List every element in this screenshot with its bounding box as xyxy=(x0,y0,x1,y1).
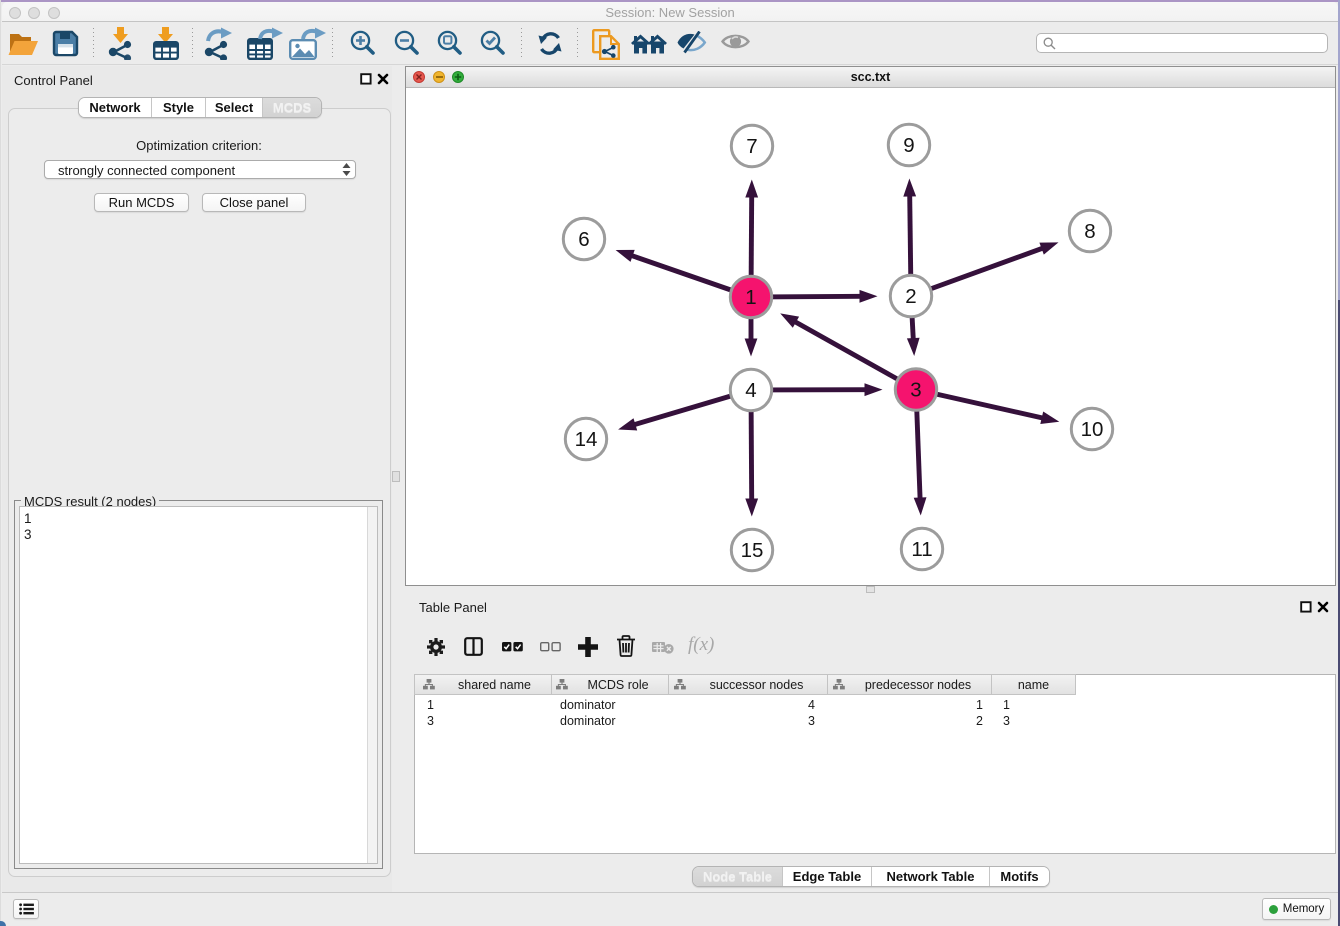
svg-text:15: 15 xyxy=(741,539,764,562)
svg-text:11: 11 xyxy=(911,538,932,561)
svg-text:6: 6 xyxy=(578,228,589,251)
svg-text:14: 14 xyxy=(575,428,598,451)
svg-text:3: 3 xyxy=(910,379,921,402)
svg-text:4: 4 xyxy=(745,379,756,402)
svg-text:10: 10 xyxy=(1081,418,1104,441)
svg-text:8: 8 xyxy=(1084,220,1095,243)
svg-text:1: 1 xyxy=(745,286,756,309)
svg-text:2: 2 xyxy=(905,285,916,308)
svg-text:7: 7 xyxy=(746,135,757,158)
svg-text:9: 9 xyxy=(903,134,914,157)
